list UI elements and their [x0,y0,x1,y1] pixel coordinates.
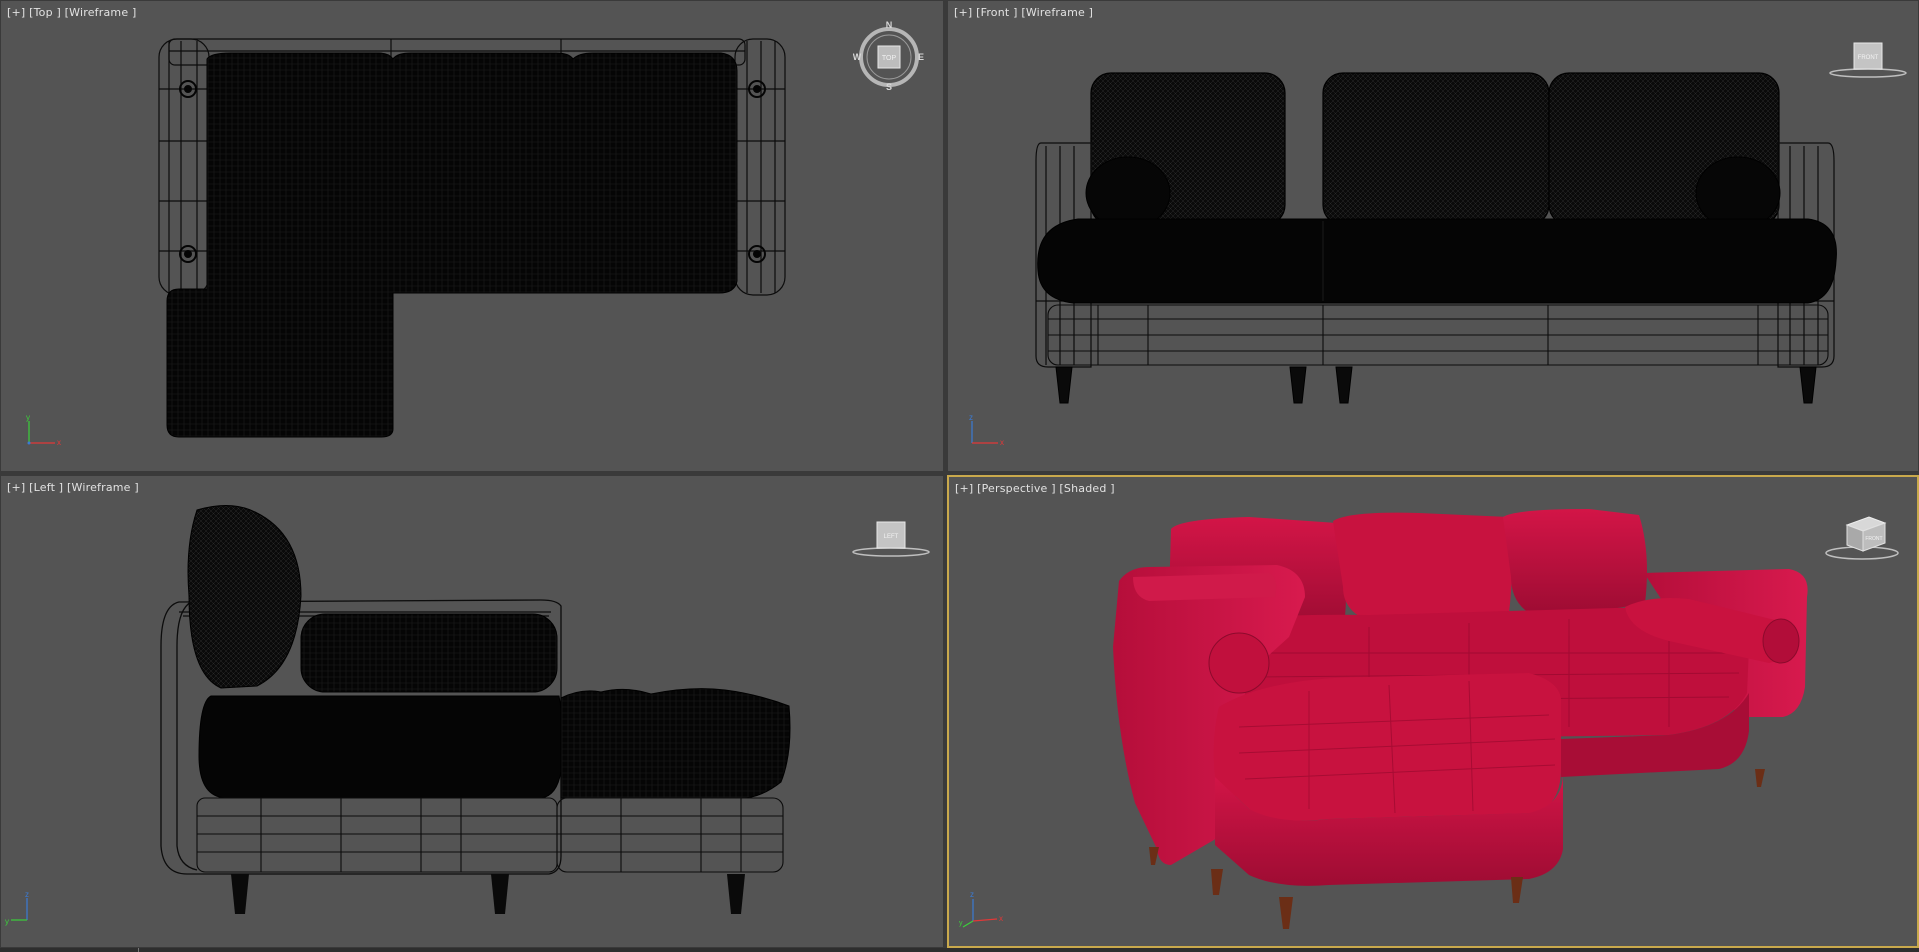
svg-text:y: y [26,413,30,422]
viewport-front-label: [+] [Front ] [Wireframe ] [954,6,1093,19]
svg-text:y: y [5,917,9,926]
view-cube[interactable]: FRONT [1828,37,1908,79]
svg-text:x: x [1000,438,1004,447]
svg-text:z: z [970,890,974,899]
view-cube[interactable]: TOP N S E W [853,19,925,92]
viewport-menu-button[interactable]: [+] [955,482,973,495]
shading-mode-button[interactable]: [Wireframe ] [1021,6,1093,19]
view-cube-face: LEFT [884,534,899,540]
left-view-scene [160,505,791,914]
view-cube-face: FRONT [1865,536,1882,542]
shading-mode-button[interactable]: [Wireframe ] [65,6,137,19]
view-cube[interactable]: LEFT [851,516,931,558]
perspective-view-scene [1113,509,1808,929]
view-cube-face: FRONT [1858,55,1879,61]
view-type-button[interactable]: [Top ] [29,6,61,19]
view-type-button[interactable]: [Perspective ] [977,482,1056,495]
viewport-front[interactable]: [+] [Front ] [Wireframe ] FRONT z x [947,0,1919,472]
svg-text:y: y [959,920,963,927]
axis-gizmo-top: y x [26,413,61,447]
viewport-perspective[interactable]: [+] [Perspective ] [Shaded ] FRONT z x y [947,475,1919,948]
svg-text:x: x [999,914,1003,923]
viewport-menu-button[interactable]: [+] [7,481,25,494]
viewport-menu-button[interactable]: [+] [954,6,972,19]
compass-north: N [886,20,893,30]
viewport-left[interactable]: [+] [Left ] [Wireframe ] LEFT z y [0,475,944,948]
viewport-perspective-label: [+] [Perspective ] [Shaded ] [955,482,1115,495]
3d-editor-app: [+] [Top ] [Wireframe ] TOP N S E W y x … [0,0,1919,952]
axis-gizmo-perspective: z x y [959,890,1003,928]
compass-west: W [853,52,862,62]
axis-gizmo-front: z x [969,413,1004,447]
compass-east: E [918,52,924,62]
svg-text:z: z [25,890,29,899]
view-type-button[interactable]: [Front ] [976,6,1018,19]
status-strip [0,948,1919,952]
viewport-top[interactable]: [+] [Top ] [Wireframe ] TOP N S E W y x [0,0,944,472]
top-view-scene [158,38,786,438]
viewport-top-label: [+] [Top ] [Wireframe ] [7,6,137,19]
shading-mode-button[interactable]: [Shaded ] [1059,482,1114,495]
front-view-scene [1035,72,1837,404]
cushion-mesh-top [166,52,738,438]
shading-mode-button[interactable]: [Wireframe ] [67,481,139,494]
viewport-left-label: [+] [Left ] [Wireframe ] [7,481,139,494]
axis-gizmo-left: z y [5,890,29,926]
svg-text:z: z [969,413,973,422]
svg-text:x: x [57,438,61,447]
viewport-menu-button[interactable]: [+] [7,6,25,19]
view-cube-face: TOP [882,55,897,62]
view-cube[interactable]: FRONT [1819,507,1905,563]
compass-south: S [886,82,892,91]
view-type-button[interactable]: [Left ] [29,481,63,494]
